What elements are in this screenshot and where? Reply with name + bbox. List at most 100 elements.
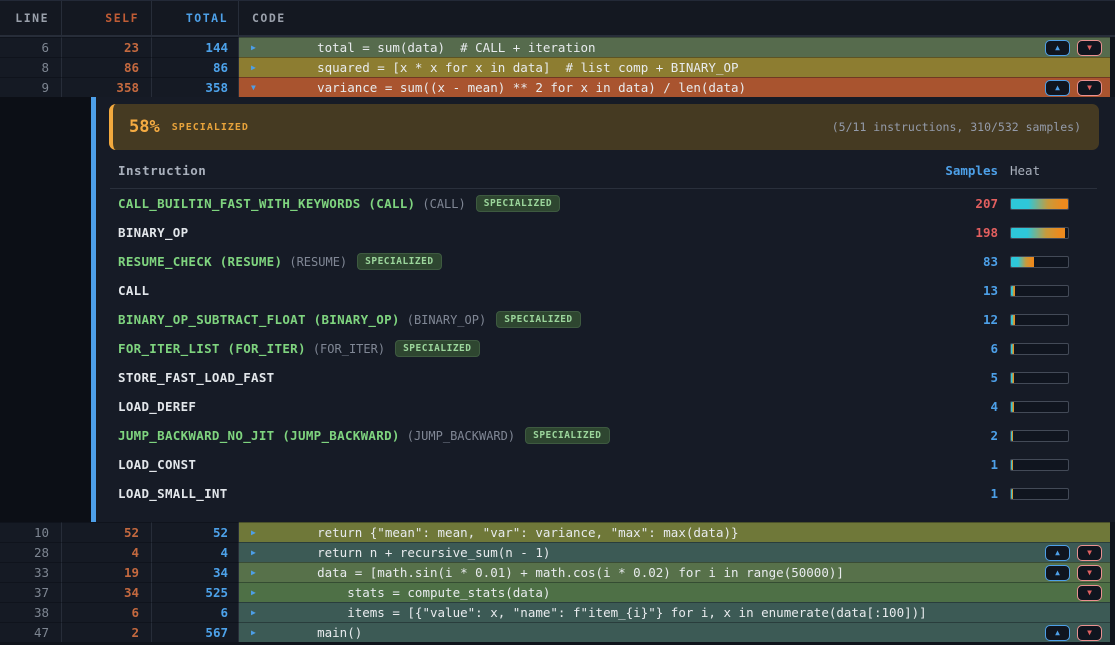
code-cell[interactable]: ▶ return {"mean": mean, "var": variance,…	[239, 522, 1110, 542]
heat-bar	[1010, 343, 1069, 355]
expander-icon[interactable]: ▶	[251, 608, 265, 617]
instruction-name: BINARY_OP	[118, 225, 188, 240]
code-cell[interactable]: ▶ items = [{"value": x, "name": f"item_{…	[239, 602, 1110, 622]
specialized-label: SPECIALIZED	[172, 122, 249, 133]
panel-content: 58% SPECIALIZED (5/11 instructions, 310/…	[96, 97, 1115, 522]
instruction-name: BINARY_OP_SUBTRACT_FLOAT (BINARY_OP)	[118, 312, 400, 327]
total-samples: 86	[152, 57, 239, 77]
instruction-row: JUMP_BACKWARD_NO_JIT (JUMP_BACKWARD) (JU…	[96, 421, 1115, 450]
jump-buttons: ▲ ▼	[1045, 80, 1102, 96]
jump-up-button[interactable]: ▲	[1045, 625, 1070, 641]
jump-down-button[interactable]: ▼	[1077, 80, 1102, 96]
source-code: return n + recursive_sum(n - 1)	[265, 545, 1045, 560]
source-code: total = sum(data) # CALL + iteration	[265, 40, 1045, 55]
total-samples: 52	[152, 522, 239, 542]
heat-bar-fill	[1011, 315, 1015, 325]
jump-down-button[interactable]: ▼	[1077, 545, 1102, 561]
jump-up-button[interactable]: ▲	[1045, 565, 1070, 581]
jump-down-button[interactable]: ▼	[1077, 585, 1102, 601]
instruction-samples: 2	[928, 428, 998, 443]
heat-bar	[1010, 430, 1069, 442]
column-header-code: CODE	[239, 1, 1115, 35]
instruction-samples: 13	[928, 283, 998, 298]
profiler-view: LINE SELF TOTAL CODE 6 23 144 ▶ total = …	[0, 0, 1115, 642]
table-row: 38 6 6 ▶ items = [{"value": x, "name": f…	[0, 602, 1115, 622]
heat-bar	[1010, 488, 1069, 500]
expander-icon[interactable]: ▶	[251, 568, 265, 577]
source-code: stats = compute_stats(data)	[265, 585, 1077, 600]
heat-bar	[1010, 401, 1069, 413]
line-number: 28	[0, 542, 62, 562]
specialization-stats: (5/11 instructions, 310/532 samples)	[832, 120, 1081, 134]
expander-icon[interactable]: ▶	[251, 528, 265, 537]
total-samples: 6	[152, 602, 239, 622]
jump-up-button[interactable]: ▲	[1045, 40, 1070, 56]
expander-icon[interactable]: ▶	[251, 63, 265, 72]
heat-bar	[1010, 198, 1069, 210]
total-samples: 567	[152, 622, 239, 642]
instruction-samples: 6	[928, 341, 998, 356]
table-row: 8 86 86 ▶ squared = [x * x for x in data…	[0, 57, 1115, 77]
jump-up-button[interactable]: ▲	[1045, 80, 1070, 96]
instruction-base-name: (FOR_ITER)	[313, 342, 385, 356]
jump-down-button[interactable]: ▼	[1077, 625, 1102, 641]
instruction-row: STORE_FAST_LOAD_FAST 5	[96, 363, 1115, 392]
code-cell[interactable]: ▶ data = [math.sin(i * 0.01) + math.cos(…	[239, 562, 1110, 582]
expander-icon[interactable]: ▶	[251, 628, 265, 637]
specialized-badge: SPECIALIZED	[525, 427, 609, 444]
heat-bar-fill	[1011, 199, 1068, 209]
source-code: main()	[265, 625, 1045, 640]
table-row: 37 34 525 ▶ stats = compute_stats(data) …	[0, 582, 1115, 602]
heat-bar	[1010, 314, 1069, 326]
table-row: 9 358 358 ▼ variance = sum((x - mean) **…	[0, 77, 1115, 97]
expander-icon[interactable]: ▶	[251, 548, 265, 557]
specialized-badge: SPECIALIZED	[357, 253, 441, 270]
self-samples: 52	[62, 522, 152, 542]
self-samples: 34	[62, 582, 152, 602]
expander-icon[interactable]: ▼	[251, 83, 265, 92]
heat-bar-fill	[1011, 373, 1014, 383]
instruction-row: CALL_BUILTIN_FAST_WITH_KEYWORDS (CALL) (…	[96, 189, 1115, 218]
instruction-row: LOAD_CONST 1	[96, 450, 1115, 479]
source-code: data = [math.sin(i * 0.01) + math.cos(i …	[265, 565, 1045, 580]
line-number: 37	[0, 582, 62, 602]
heat-bar	[1010, 372, 1069, 384]
instruction-row: CALL 13	[96, 276, 1115, 305]
code-cell[interactable]: ▶ squared = [x * x for x in data] # list…	[239, 57, 1110, 77]
heat-bar	[1010, 227, 1069, 239]
column-header-line: LINE	[0, 1, 62, 35]
heat-bar-fill	[1011, 489, 1013, 499]
expander-icon[interactable]: ▶	[251, 588, 265, 597]
jump-down-button[interactable]: ▼	[1077, 565, 1102, 581]
instruction-samples: 1	[928, 486, 998, 501]
code-cell[interactable]: ▶ stats = compute_stats(data) ▼	[239, 582, 1110, 602]
column-header-total: TOTAL	[152, 1, 239, 35]
jump-buttons: ▲ ▼	[1045, 40, 1102, 56]
total-samples: 358	[152, 77, 239, 97]
instruction-name: LOAD_DEREF	[118, 399, 196, 414]
instruction-name: JUMP_BACKWARD_NO_JIT (JUMP_BACKWARD)	[118, 428, 400, 443]
instruction-name: FOR_ITER_LIST (FOR_ITER)	[118, 341, 306, 356]
jump-down-button[interactable]: ▼	[1077, 40, 1102, 56]
jump-up-button[interactable]: ▲	[1045, 545, 1070, 561]
samples-column-header: Samples	[928, 163, 998, 178]
line-number: 6	[0, 37, 62, 57]
heat-bar-fill	[1011, 402, 1014, 412]
top-code-rows: 6 23 144 ▶ total = sum(data) # CALL + it…	[0, 37, 1115, 97]
code-cell[interactable]: ▼ variance = sum((x - mean) ** 2 for x i…	[239, 77, 1110, 97]
instruction-row: BINARY_OP 198	[96, 218, 1115, 247]
total-samples: 34	[152, 562, 239, 582]
instruction-base-name: (RESUME)	[289, 255, 347, 269]
code-cell[interactable]: ▶ return n + recursive_sum(n - 1) ▲ ▼	[239, 542, 1110, 562]
code-cell[interactable]: ▶ total = sum(data) # CALL + iteration ▲…	[239, 37, 1110, 57]
heat-bar	[1010, 256, 1069, 268]
instruction-name: RESUME_CHECK (RESUME)	[118, 254, 282, 269]
bottom-code-rows: 10 52 52 ▶ return {"mean": mean, "var": …	[0, 522, 1115, 642]
table-header: LINE SELF TOTAL CODE	[0, 0, 1115, 37]
line-number: 33	[0, 562, 62, 582]
code-cell[interactable]: ▶ main() ▲ ▼	[239, 622, 1110, 642]
line-number: 8	[0, 57, 62, 77]
expander-icon[interactable]: ▶	[251, 43, 265, 52]
self-samples: 6	[62, 602, 152, 622]
instruction-samples: 207	[928, 196, 998, 211]
